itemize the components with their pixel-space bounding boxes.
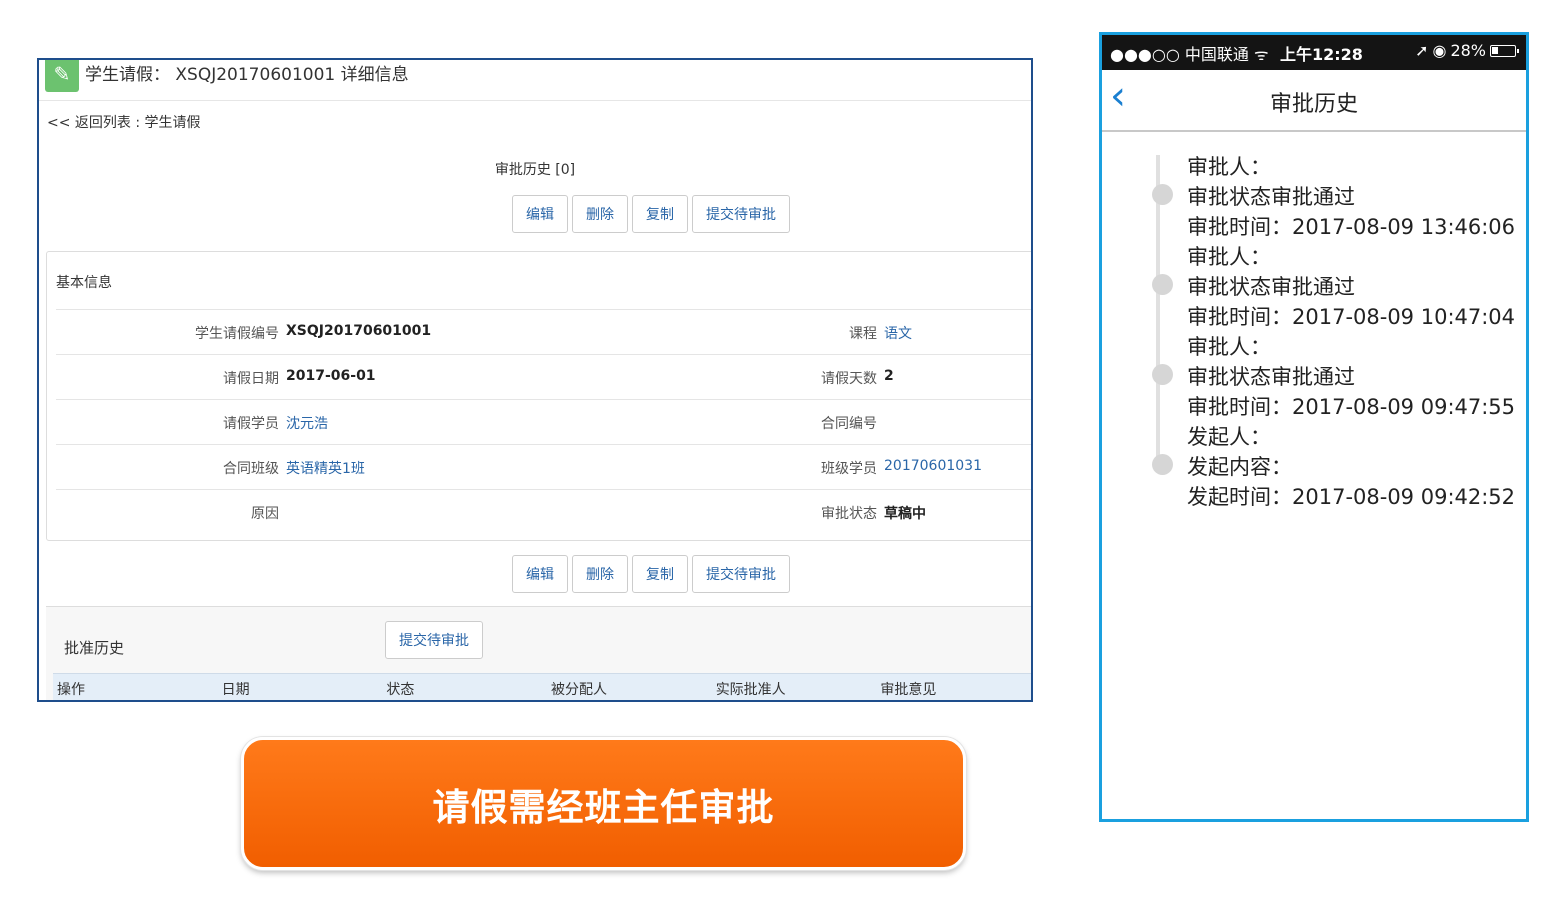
approver-line: 审批人： <box>1187 155 1271 179</box>
class-student-value-link[interactable]: 20170601031 <box>884 458 982 474</box>
window-header: ✎ 学生请假： XSQJ20170601001 详细信息 <box>39 60 1031 101</box>
contract-class-value-link[interactable]: 英语精英1班 <box>286 458 365 478</box>
leave-number-label: 学生请假编号 <box>195 326 279 342</box>
course-value-link[interactable]: 语文 <box>884 323 912 343</box>
carrier-signal: ●●●○○ 中国联通 ᯤ <box>1110 45 1269 64</box>
class-student-label: 班级学员 <box>821 461 877 477</box>
battery-indicator: ➚ ◉ 28% <box>1415 41 1519 60</box>
submit-approval-button[interactable]: 提交待审批 <box>692 195 790 233</box>
status-bar: ●●●○○ 中国联通 ᯤ 上午12:28 ➚ ◉ 28% <box>1102 35 1526 70</box>
edit-button[interactable]: 编辑 <box>512 555 568 593</box>
leave-days-label: 请假天数 <box>821 371 877 387</box>
page-title: 学生请假： XSQJ20170601001 详细信息 <box>85 65 409 85</box>
pencil-icon: ✎ <box>45 60 79 92</box>
copy-button[interactable]: 复制 <box>632 555 688 593</box>
status-time: 上午12:28 <box>1280 45 1363 64</box>
submit-approval-button[interactable]: 提交待审批 <box>692 555 790 593</box>
caption-banner: 请假需经班主任审批 <box>241 737 966 870</box>
location-icon: ➚ <box>1415 41 1429 60</box>
reason-label: 原因 <box>251 506 279 522</box>
time-line: 发起时间：2017-08-09 09:42:52 <box>1187 485 1516 509</box>
battery-percent: 28% <box>1450 41 1486 60</box>
status-line: 审批状态审批通过 <box>1187 185 1355 209</box>
column-header[interactable]: 实际批准人 <box>712 674 877 700</box>
column-header[interactable]: 状态 <box>382 674 547 700</box>
contract-number-label: 合同编号 <box>821 416 877 432</box>
approval-submit-button[interactable]: 提交待审批 <box>385 621 483 659</box>
student-label: 请假学员 <box>223 416 279 432</box>
initiator-line: 发起人： <box>1187 425 1271 449</box>
approval-status-label: 审批状态 <box>821 506 877 522</box>
basic-info-panel: 基本信息 学生请假编号 XSQJ20170601001 课程 语文 请假日期 2… <box>46 251 1031 541</box>
column-header[interactable]: 审批意见 <box>876 674 1031 700</box>
status-line: 审批状态审批通过 <box>1187 365 1355 389</box>
copy-button[interactable]: 复制 <box>632 195 688 233</box>
phone-screen: ●●●○○ 中国联通 ᯤ 上午12:28 ➚ ◉ 28% ‹ 审批历史 审批人：… <box>1099 32 1529 822</box>
delete-button[interactable]: 删除 <box>572 195 628 233</box>
approver-line: 审批人： <box>1187 245 1271 269</box>
info-row: 原因 审批状态 草稿中 <box>56 489 1031 534</box>
column-header[interactable]: 操作 <box>53 674 218 700</box>
approval-history-title: 批准历史 <box>64 639 125 657</box>
time-line: 审批时间：2017-08-09 09:47:55 <box>1187 395 1516 419</box>
leave-date-value: 2017-06-01 <box>286 368 376 384</box>
banner-text: 请假需经班主任审批 <box>432 785 775 829</box>
info-row: 合同班级 英语精英1班 班级学员 20170601031 <box>56 444 1031 489</box>
leave-number-value: XSQJ20170601001 <box>286 323 432 339</box>
course-label: 课程 <box>849 326 877 342</box>
leave-days-value: 2 <box>884 368 894 384</box>
info-row: 请假日期 2017-06-01 请假天数 2 <box>56 354 1031 399</box>
approver-line: 审批人： <box>1187 335 1271 359</box>
back-to-list-link[interactable]: << 返回列表 : 学生请假 <box>47 112 201 132</box>
battery-icon <box>1490 44 1519 57</box>
edit-button[interactable]: 编辑 <box>512 195 568 233</box>
timeline-dot <box>1152 184 1173 205</box>
timeline-dot <box>1152 274 1173 295</box>
alarm-icon: ◉ <box>1432 41 1447 60</box>
approval-history-section: 批准历史 提交待审批 操作 日期 状态 被分配人 实际批准人 审批意见 <box>46 606 1031 700</box>
time-line: 审批时间：2017-08-09 13:46:06 <box>1187 215 1516 239</box>
desktop-window: ✎ 学生请假： XSQJ20170601001 详细信息 << 返回列表 : 学… <box>37 58 1033 702</box>
delete-button[interactable]: 删除 <box>572 555 628 593</box>
timeline-dot <box>1152 454 1173 475</box>
top-button-row: 编辑 删除 复制 提交待审批 <box>512 195 790 233</box>
bottom-button-row: 编辑 删除 复制 提交待审批 <box>512 555 790 593</box>
basic-info-title: 基本信息 <box>56 275 112 291</box>
status-line: 审批状态审批通过 <box>1187 275 1355 299</box>
column-header[interactable]: 日期 <box>218 674 383 700</box>
nav-title: 审批历史 <box>1269 92 1358 117</box>
timeline-dot <box>1152 364 1173 385</box>
leave-date-label: 请假日期 <box>223 371 279 387</box>
content-line: 发起内容： <box>1187 455 1292 479</box>
column-header[interactable]: 被分配人 <box>547 674 712 700</box>
student-value-link[interactable]: 沈元浩 <box>286 413 328 433</box>
approval-history-count: 审批历史 [0] <box>494 162 576 178</box>
nav-bar: ‹ 审批历史 <box>1102 70 1526 132</box>
approval-status-value: 草稿中 <box>884 506 926 522</box>
time-line: 审批时间：2017-08-09 10:47:04 <box>1187 305 1516 329</box>
approval-table-header: 操作 日期 状态 被分配人 实际批准人 审批意见 <box>53 673 1031 700</box>
info-row: 学生请假编号 XSQJ20170601001 课程 语文 <box>56 309 1031 354</box>
info-row: 请假学员 沈元浩 合同编号 <box>56 399 1031 444</box>
contract-class-label: 合同班级 <box>223 461 279 477</box>
